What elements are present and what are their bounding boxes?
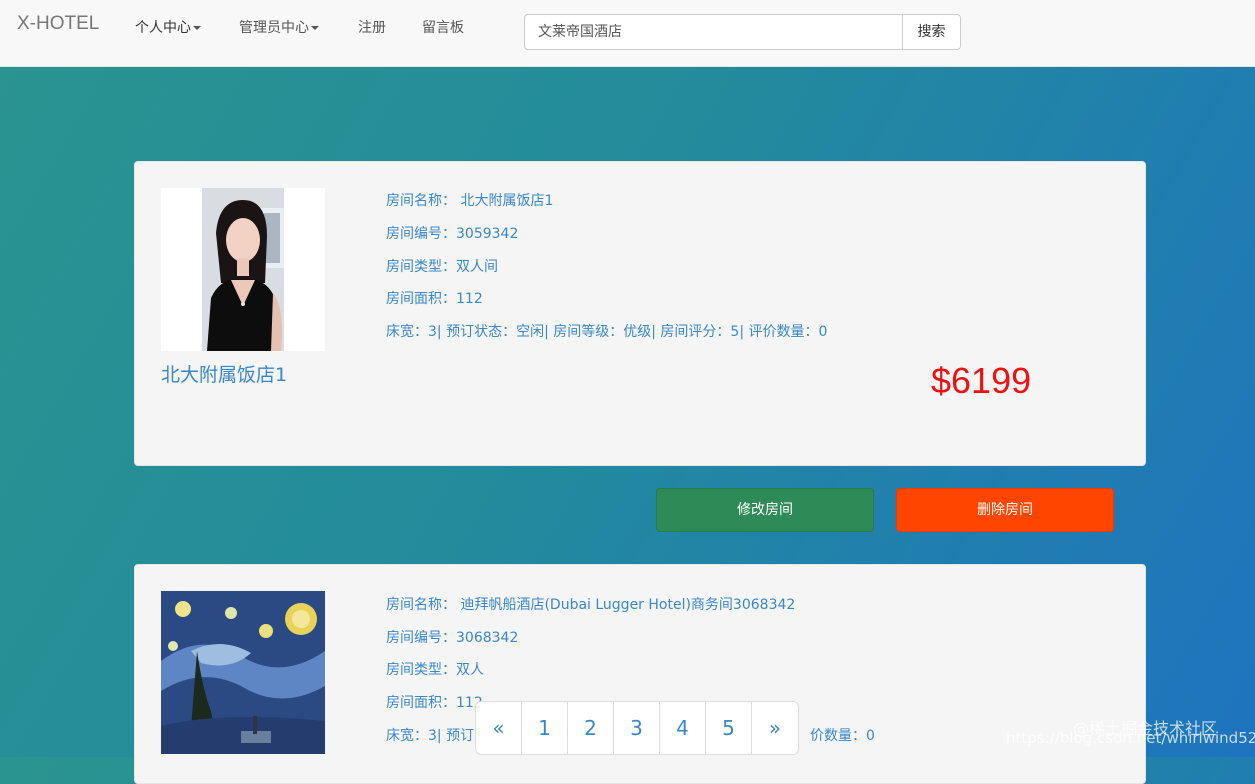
pagination-page-2[interactable]: 2 [568,702,614,754]
nav-personal-center[interactable]: 个人中心 [135,17,201,37]
room-details-right: 价数量：0 [810,728,875,744]
nav-admin-center-label: 管理员中心 [239,20,309,36]
pagination-page-1[interactable]: 1 [522,702,568,754]
room-image[interactable] [161,188,325,351]
nav-admin-center[interactable]: 管理员中心 [239,17,319,37]
pagination-next[interactable]: » [752,702,798,754]
room-name: 房间名称： 北大附属饭店1 [386,193,554,209]
portrait-photo-icon [161,188,325,351]
nav-register[interactable]: 注册 [358,17,386,37]
room-title-link[interactable]: 北大附属饭店1 [161,360,287,387]
nav-personal-center-label: 个人中心 [135,20,191,36]
room-type: 房间类型：双人间 [386,259,498,275]
brand-logo[interactable]: X-HOTEL [17,13,99,35]
pagination-prev[interactable]: « [476,702,522,754]
room-details-left: 床宽：3| 预订 [386,728,475,744]
room-price: $6199 [931,360,1032,401]
room-number: 房间编号：3059342 [386,226,519,242]
room-image[interactable] [161,591,325,754]
pagination-page-4[interactable]: 4 [660,702,706,754]
caret-down-icon [311,26,319,30]
room-name: 房间名称： 迪拜帆船酒店(Dubai Lugger Hotel)商务间30683… [386,597,796,613]
caret-down-icon [193,26,201,30]
room-number: 房间编号：3068342 [386,630,519,646]
pagination-page-5[interactable]: 5 [706,702,752,754]
delete-room-button[interactable]: 删除房间 [896,488,1114,532]
room-area: 房间面积：112 [386,291,483,307]
edit-room-button[interactable]: 修改房间 [656,488,874,532]
pagination-page-3[interactable]: 3 [614,702,660,754]
room-type: 房间类型：双人 [386,662,484,678]
room-area: 房间面积：112 [386,695,483,711]
nav-message-board[interactable]: 留言板 [422,17,464,37]
starry-night-painting-icon [161,591,325,754]
search-input[interactable]: 文莱帝国酒店 [524,14,903,50]
room-card: 北大附属饭店1 房间名称： 北大附属饭店1 房间编号：3059342 房间类型：… [134,161,1146,466]
watermark-url: https://blog.csdn.net/whirlwind526 [1006,729,1255,747]
room-details: 床宽：3| 预订状态：空闲| 房间等级：优级| 房间评分：5| 评价数量：0 [386,324,828,340]
search-button[interactable]: 搜索 [902,14,961,50]
pagination: « 1 2 3 4 5 » [475,701,799,755]
top-navbar: X-HOTEL 个人中心 管理员中心 注册 留言板 文莱帝国酒店 搜索 [0,0,1255,67]
